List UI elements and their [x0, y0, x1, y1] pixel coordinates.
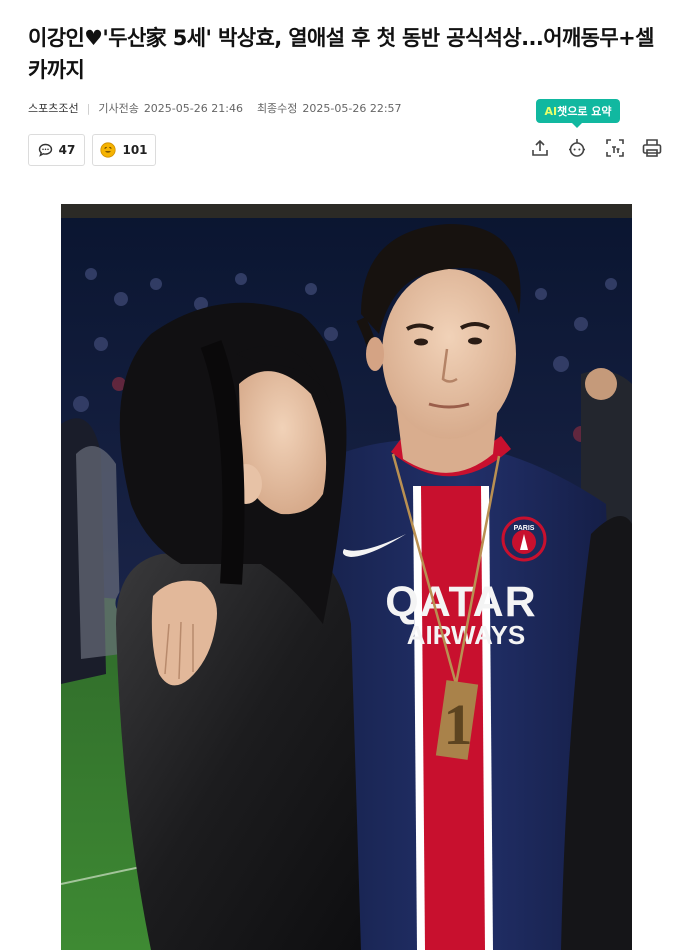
article-photo: QATAR AIRWAYS PARIS 1 — [61, 204, 632, 950]
reactions-count: 101 — [122, 143, 148, 157]
comments-button[interactable]: 47 — [28, 134, 85, 166]
jersey-sponsor-line1: QATAR — [385, 578, 537, 626]
meta-divider: | — [86, 101, 91, 115]
medal-text: 1 — [444, 692, 473, 757]
updated-time: 2025-05-26 22:57 — [302, 101, 402, 115]
print-button[interactable] — [640, 136, 664, 160]
club-crest-icon: PARIS — [501, 516, 547, 562]
font-size-icon — [606, 139, 624, 157]
ai-chat-button[interactable] — [565, 136, 589, 160]
article-page: 이강인♥'두산家 5세' 박상효, 열애설 후 첫 동반 공식석상...어깨동무… — [0, 0, 677, 950]
ai-summary-prefix: AI — [544, 104, 558, 118]
sent-label: 기사전송 — [98, 102, 139, 115]
sent-time: 2025-05-26 21:46 — [143, 101, 243, 115]
share-icon — [532, 139, 548, 156]
headline-part1: 이강인 — [28, 26, 85, 50]
ai-summary-label: 챗으로 요약 — [557, 105, 612, 118]
reaction-emoji-icon — [100, 142, 117, 158]
crest-text: PARIS — [514, 525, 535, 532]
reactions-button[interactable]: 101 — [92, 134, 156, 166]
comments-count: 47 — [58, 143, 76, 157]
article-headline: 이강인♥'두산家 5세' 박상효, 열애설 후 첫 동반 공식석상...어깨동무… — [28, 22, 668, 86]
comment-bubble-icon — [38, 143, 53, 157]
updated-label: 최종수정 — [256, 102, 298, 115]
heart-icon: ♥ — [84, 26, 103, 50]
headline-part2: '두산家 5세' 박상효, 열애설 후 첫 동반 공식석상...어깨동무+셀카까… — [28, 26, 654, 82]
ai-summary-tooltip[interactable]: AI 챗으로 요약 — [536, 99, 620, 128]
article-meta: 스포츠조선 | 기사전송 2025-05-26 21:46 최종수정 2025-… — [28, 100, 402, 116]
font-size-button[interactable] — [603, 136, 627, 160]
share-button[interactable] — [528, 136, 552, 160]
ai-chat-icon — [569, 138, 585, 157]
source-name[interactable]: 스포츠조선 — [28, 100, 79, 116]
print-icon — [642, 139, 662, 157]
